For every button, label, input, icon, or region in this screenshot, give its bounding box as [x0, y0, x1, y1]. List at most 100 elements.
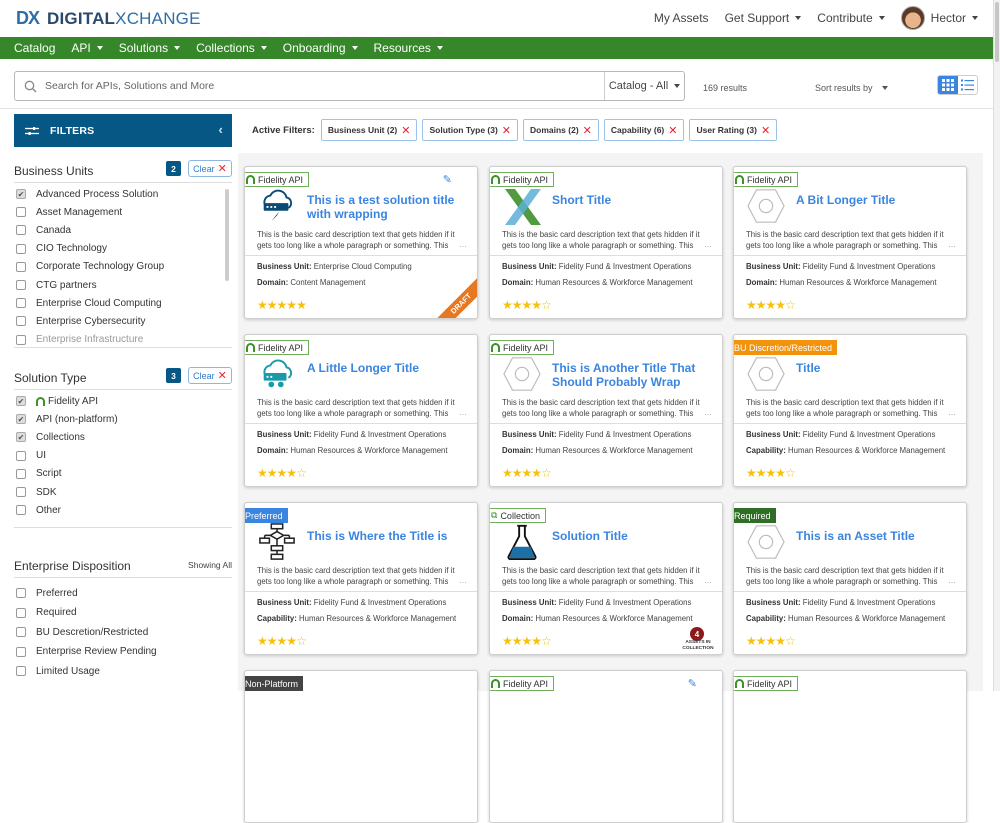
checkbox[interactable]: ✔ — [16, 396, 26, 407]
checkbox[interactable] — [16, 627, 26, 638]
checkbox[interactable] — [16, 225, 26, 236]
filter-option[interactable]: Enterprise Infrastructure — [14, 331, 232, 348]
asset-card[interactable]: ⧉ Collection Solution Title This is the bas… — [489, 502, 723, 655]
search-input[interactable] — [45, 80, 604, 92]
nav-onboarding[interactable]: Onboarding — [283, 41, 358, 55]
more-icon[interactable]: … — [948, 576, 956, 585]
scrollbar-thumb[interactable] — [995, 2, 999, 62]
filter-option[interactable]: Enterprise Cloud Computing — [14, 294, 232, 312]
remove-icon[interactable]: ✕ — [401, 124, 410, 137]
contribute-menu[interactable]: Contribute — [817, 11, 885, 25]
filter-option[interactable]: BU Descretion/Restricted — [14, 622, 232, 642]
checkbox[interactable] — [16, 280, 26, 291]
catalog-scope-select[interactable]: Catalog - All — [604, 72, 684, 100]
asset-card[interactable]: Preferred This is Where the Title is This … — [244, 502, 478, 655]
nav-catalog[interactable]: Catalog — [14, 41, 55, 55]
edit-icon[interactable]: ✎ — [688, 677, 697, 690]
my-assets-link[interactable]: My Assets — [654, 11, 709, 25]
filter-chip-solution-type[interactable]: Solution Type (3) ✕ — [422, 119, 519, 141]
asset-card[interactable]: Fidelity API Short Title This is the basic… — [489, 166, 723, 319]
filter-option[interactable]: ✔ Advanced Process Solution — [14, 185, 232, 203]
filters-header[interactable]: FILTERS ‹ — [14, 114, 232, 147]
remove-icon[interactable]: ✕ — [668, 124, 677, 137]
clear-business-units-button[interactable]: Clear ✕ — [188, 160, 232, 177]
filter-option[interactable]: Limited Usage — [14, 661, 232, 681]
filter-option[interactable]: CTG partners — [14, 276, 232, 294]
filter-option[interactable]: ✔ Fidelity API — [14, 392, 232, 410]
filter-chip-capability[interactable]: Capability (6) ✕ — [603, 119, 685, 141]
checkbox[interactable] — [16, 505, 26, 516]
filter-option[interactable]: Enterprise Review Pending — [14, 642, 232, 662]
get-support-menu[interactable]: Get Support — [725, 11, 802, 25]
filter-option[interactable]: Required — [14, 603, 232, 623]
checkbox[interactable] — [16, 646, 26, 657]
card-title[interactable]: This is an Asset Title — [796, 529, 952, 543]
checkbox[interactable] — [16, 468, 26, 479]
card-title[interactable]: This is a test solution title with wrapp… — [307, 193, 463, 221]
checkbox[interactable] — [16, 666, 26, 677]
list-view-button[interactable] — [958, 76, 978, 94]
nav-api[interactable]: API — [71, 41, 103, 55]
more-icon[interactable]: … — [704, 240, 712, 249]
more-icon[interactable]: … — [704, 408, 712, 417]
card-title[interactable]: Solution Title — [552, 529, 708, 543]
more-icon[interactable]: … — [948, 408, 956, 417]
filter-option[interactable]: Canada — [14, 221, 232, 239]
filter-option[interactable]: CIO Technology — [14, 240, 232, 258]
asset-card[interactable]: BU Discretion/Restricted Title This is the… — [733, 334, 967, 487]
checkbox[interactable] — [16, 487, 26, 498]
checkbox[interactable]: ✔ — [16, 432, 26, 443]
grid-view-button[interactable] — [938, 76, 958, 94]
asset-card[interactable]: Fidelity API — [733, 670, 967, 823]
checkbox[interactable]: ✔ — [16, 414, 26, 425]
remove-icon[interactable]: ✕ — [502, 124, 511, 137]
nav-collections[interactable]: Collections — [196, 41, 267, 55]
asset-card[interactable]: Required This is an Asset Title This is th… — [733, 502, 967, 655]
checkbox[interactable] — [16, 607, 26, 618]
more-icon[interactable]: … — [459, 576, 467, 585]
filter-option[interactable]: ✔ API (non-platform) — [14, 410, 232, 428]
asset-card[interactable]: Fidelity API ✎ — [489, 670, 723, 823]
list-scrollbar[interactable] — [225, 189, 229, 281]
card-title[interactable]: A Little Longer Title — [307, 361, 463, 375]
checkbox[interactable] — [16, 261, 26, 272]
checkbox[interactable]: ✔ — [16, 189, 26, 200]
filter-option[interactable]: Enterprise Cybersecurity — [14, 312, 232, 330]
filter-option[interactable]: Preferred — [14, 583, 232, 603]
filter-chip-user-rating[interactable]: User Rating (3) ✕ — [689, 119, 778, 141]
asset-card[interactable]: Fidelity API A Little Longer Title This is… — [244, 334, 478, 487]
card-title[interactable]: This is Another Title That Should Probab… — [552, 361, 708, 389]
edit-icon[interactable]: ✎ — [443, 173, 452, 186]
filter-option[interactable]: Asset Management — [14, 203, 232, 221]
more-icon[interactable]: … — [459, 240, 467, 249]
checkbox[interactable] — [16, 243, 26, 254]
filter-option[interactable]: Corporate Technology Group — [14, 258, 232, 276]
checkbox[interactable] — [16, 298, 26, 309]
filter-option[interactable]: Other — [14, 501, 232, 519]
asset-card[interactable]: Non-Platform — [244, 670, 478, 823]
filter-option[interactable]: SDK — [14, 483, 232, 501]
card-title[interactable]: This is Where the Title is — [307, 529, 463, 543]
card-title[interactable]: Short Title — [552, 193, 708, 207]
logo[interactable]: DX DIGITAL XCHANGE — [16, 8, 201, 29]
filter-option[interactable]: ✔ Collections — [14, 428, 232, 446]
filter-option[interactable]: Script — [14, 465, 232, 483]
more-icon[interactable]: … — [948, 240, 956, 249]
checkbox[interactable] — [16, 450, 26, 461]
card-title[interactable]: A Bit Longer Title — [796, 193, 952, 207]
nav-resources[interactable]: Resources — [374, 41, 443, 55]
remove-icon[interactable]: ✕ — [761, 124, 770, 137]
asset-card[interactable]: Fidelity API A Bit Longer Title This is th… — [733, 166, 967, 319]
asset-card[interactable]: Fidelity API This is Another Title That S… — [489, 334, 723, 487]
nav-solutions[interactable]: Solutions — [119, 41, 181, 55]
checkbox[interactable] — [16, 207, 26, 218]
sort-dropdown[interactable]: Sort results by — [815, 83, 888, 93]
card-title[interactable]: Title — [796, 361, 952, 375]
user-menu[interactable]: Hector — [900, 6, 978, 30]
collapse-chevron-icon[interactable]: ‹ — [218, 122, 223, 137]
asset-card[interactable]: Fidelity API ✎ This is a test solution tit… — [244, 166, 478, 319]
more-icon[interactable]: … — [459, 408, 467, 417]
more-icon[interactable]: … — [704, 576, 712, 585]
remove-icon[interactable]: ✕ — [583, 124, 592, 137]
filter-chip-domains[interactable]: Domains (2) ✕ — [523, 119, 599, 141]
